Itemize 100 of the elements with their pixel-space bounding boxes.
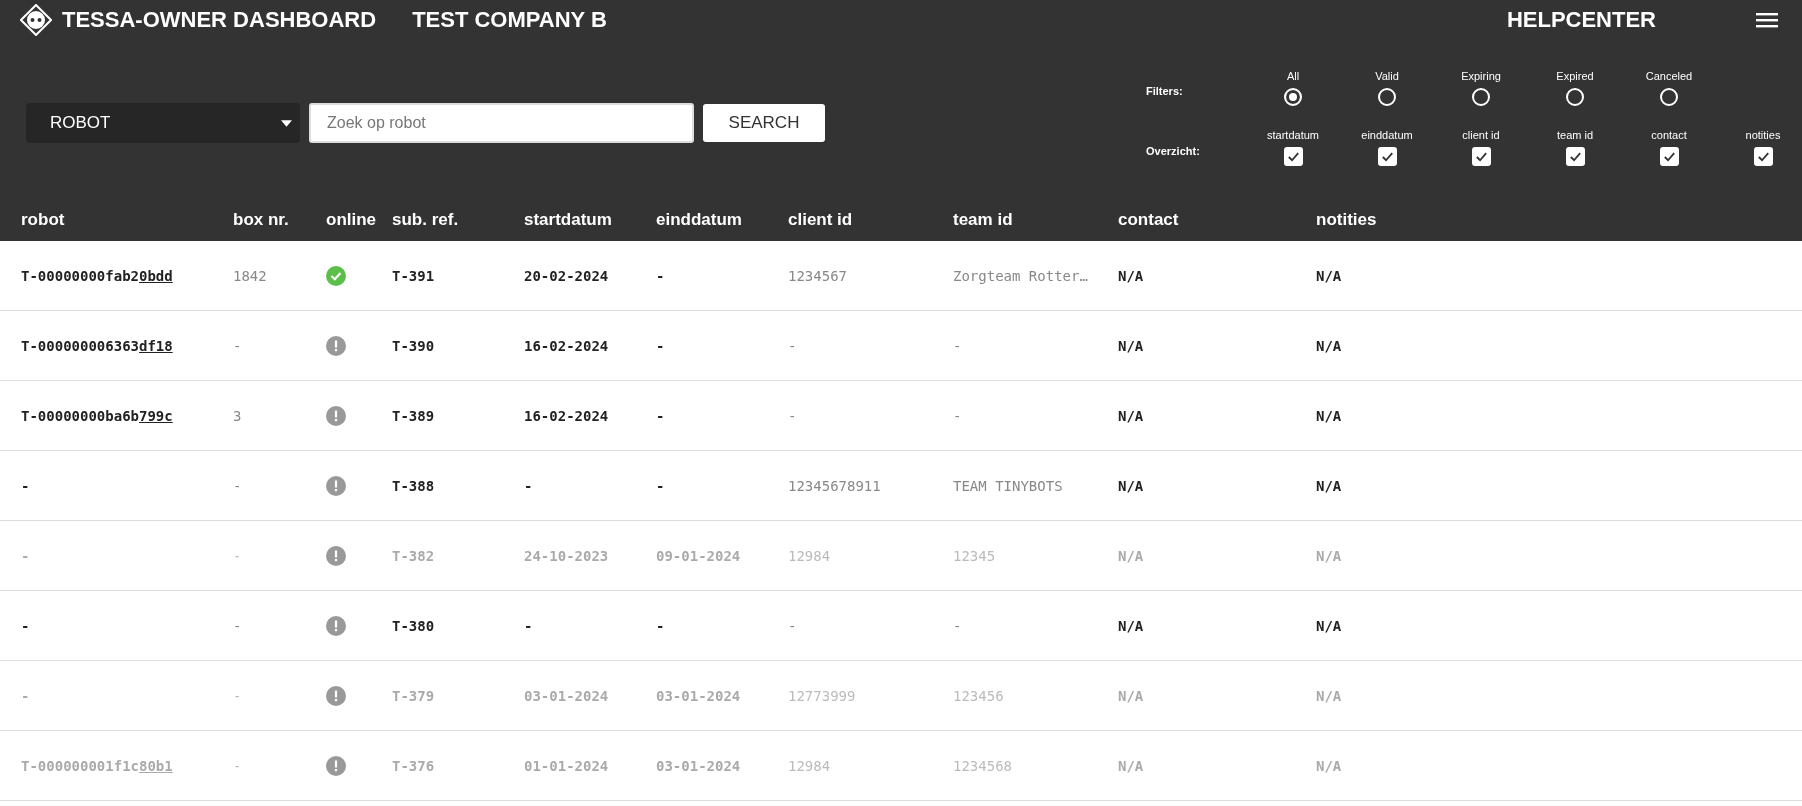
table-cell-text: T-391 [392,267,436,284]
table-cell-text: - [788,337,798,354]
column-checkbox[interactable] [1659,147,1679,166]
dashboard-title: TESSA-OWNER DASHBOARD [62,7,377,33]
table-cell-text: N/A [1316,337,1343,354]
column-checkbox[interactable] [1565,147,1585,166]
table-cell-text: - [233,337,243,354]
table-cell-text: T-380 [392,617,436,634]
column-toggle-label: einddatum [1361,129,1413,141]
table-cell-text: TEAM TINYBOTS [953,477,1064,494]
filter-radio[interactable] [1566,88,1584,106]
helpcenter-link[interactable]: HELPCENTER [1506,7,1656,33]
robot-link[interactable]: 799c [139,407,173,424]
table-cell-text: 1842 [233,267,268,284]
company-name: TEST COMPANY B [412,7,607,33]
filter-label: Canceled [1645,70,1693,82]
table-cell-text: - [656,477,666,494]
table-cell-text: N/A [1118,617,1145,634]
table-cell-text: - [953,617,963,634]
column-header: notities [1316,209,1378,230]
caret-icon [281,119,292,127]
table-cell-text: 16-02-2024 [524,337,610,354]
search-field[interactable]: Zoek op robot [309,103,694,143]
table-cell-text: - [788,407,798,424]
table-cell-text: - [788,617,798,634]
column-header: einddatum [656,209,743,230]
column-checkbox[interactable] [1753,147,1773,166]
table-cell-text: 20-02-2024 [524,267,610,284]
table-cell-text: - [524,477,534,494]
table-cell-text: 3 [233,407,243,424]
table-cell-text: T-390 [392,337,436,354]
table-cell-text: N/A [1118,477,1145,494]
table-cell-text: - [233,617,243,634]
column-header: robot [21,209,66,230]
robot-id: T-000000001f1c80b1 [21,757,174,774]
table-cell-text: T-379 [392,687,436,704]
robot-link[interactable]: df18 [139,337,173,354]
column-toggle-label: contact [1651,129,1687,141]
table-cell-text: N/A [1118,757,1145,774]
overview-label: Overzicht: [1146,145,1201,159]
table-cell-text: N/A [1118,547,1145,564]
search-button[interactable]: SEARCH [703,104,825,142]
filter-radio[interactable] [1378,88,1396,106]
table-cell-text: 03-01-2024 [656,687,742,704]
column-checkbox[interactable] [1377,147,1397,166]
column-header: box nr. [233,209,290,230]
column-toggle-label: team id [1556,129,1594,141]
filter-label: All [1286,70,1300,82]
robot-id: - [21,617,31,634]
table-cell-text: - [233,547,243,564]
column-checkbox[interactable] [1471,147,1491,166]
menu-icon[interactable] [1756,12,1778,28]
table-cell-text: N/A [1118,687,1145,704]
column-toggle-label: startdatum [1267,129,1319,141]
table-cell-text: T-376 [392,757,436,774]
table-cell-text: 12984 [788,547,832,564]
robot-logo-icon [20,4,52,36]
filters-label: Filters: [1146,85,1184,99]
table-cell-text: N/A [1316,477,1343,494]
table-cell-text: 01-01-2024 [524,757,610,774]
table-cell-text: N/A [1316,757,1343,774]
table-cell-text: - [656,267,666,284]
table-cell-text: 12773999 [788,687,857,704]
robot-id: - [21,687,31,704]
table-cell-text: Zorgteam Rotter… [953,267,1089,284]
column-toggle-label: notities [1745,129,1781,141]
table-cell-text: 12345678911 [788,477,882,494]
table-cell-text: 03-01-2024 [524,687,610,704]
table-cell-text: - [656,407,666,424]
table-cell-text: N/A [1118,267,1145,284]
table-cell-text: N/A [1118,407,1145,424]
table-cell-text: N/A [1316,407,1343,424]
table-cell-text: N/A [1316,547,1343,564]
table-cell-text: T-389 [392,407,436,424]
table-cell-text: - [233,687,243,704]
filter-radio[interactable] [1472,88,1490,106]
column-header: online [326,209,378,230]
filter-radio[interactable] [1660,88,1678,106]
robot-id: T-00000000ba6b799c [21,407,174,424]
column-checkbox[interactable] [1283,147,1303,166]
column-header: client id [788,209,854,230]
robot-dropdown[interactable]: ROBOT [26,103,300,143]
table-cell-text: 24-10-2023 [524,547,610,564]
table-cell-text: - [524,617,534,634]
robot-link[interactable]: 0bdd [139,267,173,284]
table-cell-text: N/A [1118,337,1145,354]
table-cell-text: - [953,407,963,424]
robot-id: - [21,477,31,494]
table-cell-text: 1234567 [788,267,848,284]
robot-id: T-000000006363df18 [21,337,174,354]
table-cell-text: 1234568 [953,757,1013,774]
table-cell-text: T-388 [392,477,436,494]
table-cell-text: - [233,477,243,494]
robot-id: - [21,547,31,564]
filter-label: Valid [1375,70,1399,82]
table-cell-text: 16-02-2024 [524,407,610,424]
table-cell-text: - [953,337,963,354]
table-cell-text: T-382 [392,547,436,564]
filter-radio[interactable] [1284,88,1302,106]
column-header: startdatum [524,209,613,230]
